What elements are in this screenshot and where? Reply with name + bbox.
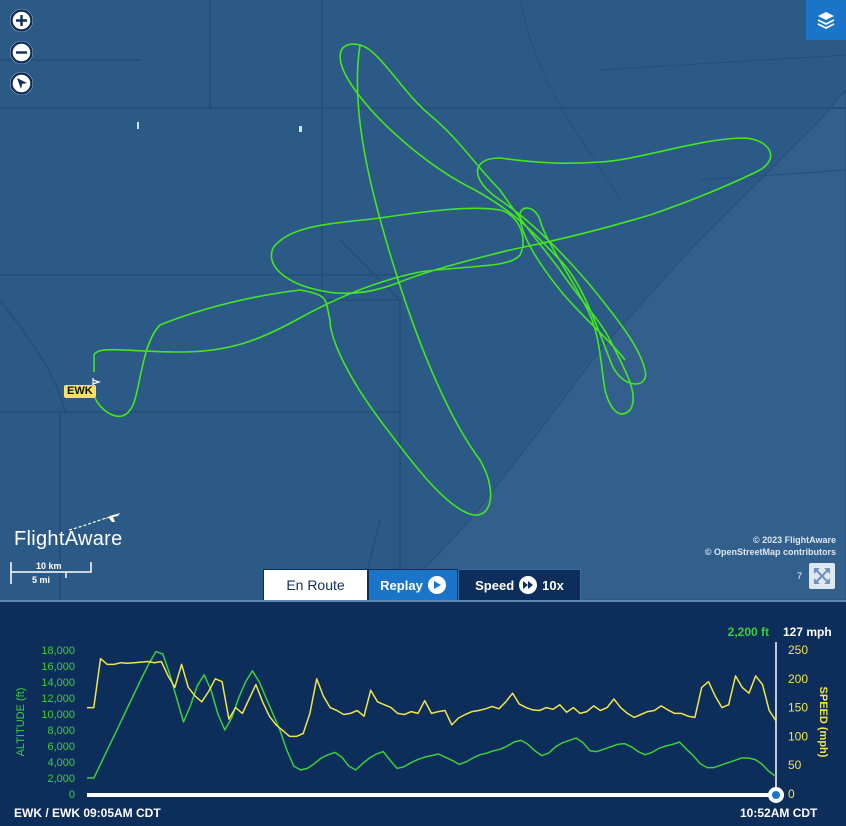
airport-label[interactable]: EWK [64, 385, 96, 398]
altitude-tick-label: 18,000 [41, 645, 75, 657]
altitude-tick-label: 14,000 [41, 677, 75, 689]
flight-map[interactable]: EWK FlightAware 10 km 5 mi © 2023 Flight… [0, 0, 846, 600]
scale-km-label: 10 km [36, 561, 62, 571]
tab-replay[interactable]: Replay [368, 569, 458, 600]
altitude-tick-label: 16,000 [41, 661, 75, 673]
speed-tick-label: 150 [788, 701, 808, 715]
compass-arrow-icon [10, 72, 33, 95]
altitude-tick-label: 2,000 [47, 773, 75, 785]
fullscreen-button[interactable] [809, 563, 835, 589]
speed-tick-label: 100 [788, 729, 808, 743]
speed-value: 10x [542, 577, 564, 593]
zoom-in-button[interactable] [10, 9, 33, 32]
tab-en-route[interactable]: En Route [263, 569, 368, 600]
zoom-out-button[interactable] [10, 41, 33, 64]
altitude-series-line [87, 650, 777, 779]
altitude-axis-label: ALTITUDE (ft) [15, 688, 27, 757]
expand-arrows-icon [814, 568, 830, 584]
altitude-tick-label: 12,000 [41, 693, 75, 705]
current-altitude: 2,200 ft [728, 625, 769, 639]
tab-speed[interactable]: Speed 10x [458, 569, 581, 600]
altitude-tick-label: 8,000 [47, 725, 75, 737]
layers-button[interactable] [806, 0, 846, 40]
layers-icon [817, 12, 835, 30]
tab-replay-label: Replay [380, 577, 423, 593]
tab-speed-label: Speed [475, 577, 515, 593]
speed-axis-label: SPEED (mph) [817, 687, 829, 758]
altitude-speed-chart: 0 2,000 4,000 6,000 8,000 10,000 12,000 14,000 1… [0, 602, 846, 826]
map-canvas [0, 0, 846, 600]
land-region [394, 89, 846, 600]
scale-bar: 10 km 5 mi [10, 558, 92, 588]
timeline-handle-dot [772, 791, 780, 799]
end-time-label: 10:52AM CDT [740, 806, 818, 820]
map-small-number: 7 [797, 571, 803, 581]
current-speed: 127 mph [783, 625, 832, 639]
copyright-osm[interactable]: © OpenStreetMap contributors [705, 546, 836, 558]
copyright-flightaware: © 2023 FlightAware [753, 535, 836, 545]
minus-icon [10, 41, 33, 64]
speed-tick-label: 250 [788, 643, 808, 657]
altitude-tick-label: 0 [69, 789, 75, 801]
speed-tick-label: 200 [788, 672, 808, 686]
plus-icon [10, 9, 33, 32]
altitude-tick-label: 10,000 [41, 709, 75, 721]
fast-forward-icon [519, 576, 538, 594]
speed-tick-label: 50 [788, 758, 802, 772]
start-time-label: EWK / EWK 09:05AM CDT [14, 806, 161, 820]
logo-text: FlightAware [14, 528, 123, 550]
scale-mi-label: 5 mi [32, 575, 51, 585]
map-speck [299, 126, 302, 132]
compass-button[interactable] [10, 72, 33, 95]
tab-en-route-label: En Route [286, 577, 345, 593]
play-icon [427, 576, 446, 594]
speed-series-line [87, 657, 777, 738]
altitude-tick-label: 4,000 [47, 757, 75, 769]
playback-tabs: En Route Replay Speed 10x [263, 569, 581, 600]
chart-canvas: 0 2,000 4,000 6,000 8,000 10,000 12,000 14,000 1… [15, 625, 832, 803]
map-attribution: © 2023 FlightAware © OpenStreetMap contr… [705, 534, 836, 558]
speed-tick-label: 0 [788, 787, 795, 801]
altitude-tick-label: 6,000 [47, 741, 75, 753]
timeline-bar[interactable] [87, 793, 776, 797]
map-speck [137, 122, 139, 129]
